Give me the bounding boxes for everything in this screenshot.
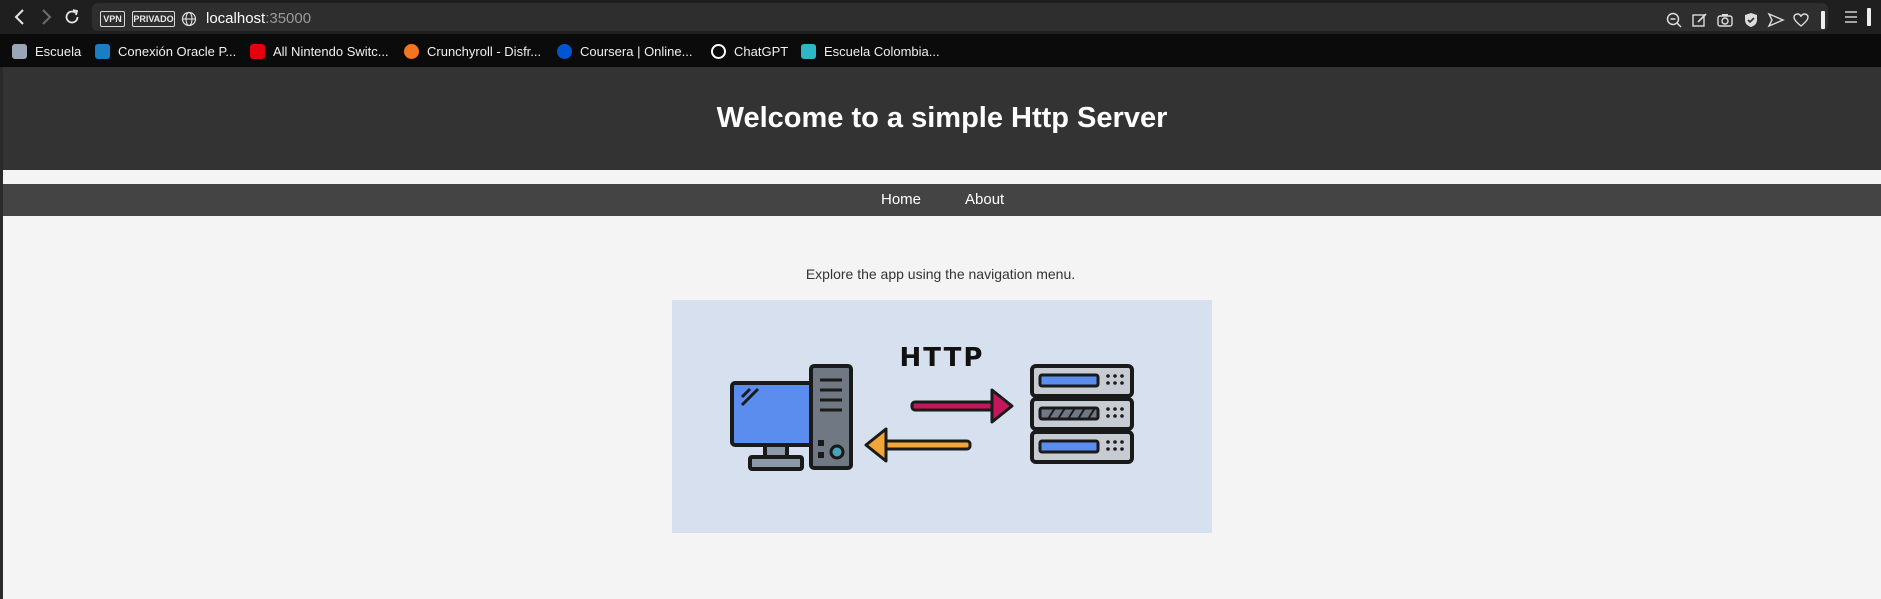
http-illustration: HTTP (672, 300, 1212, 533)
edit-icon[interactable] (1691, 11, 1709, 29)
browser-toolbar: VPN PRIVADO localhost:35000 (0, 0, 1881, 34)
sidebar-handle[interactable] (1866, 8, 1872, 26)
intro-text: Explore the app using the navigation men… (805, 266, 1076, 282)
address-bar[interactable]: VPN PRIVADO localhost:35000 (92, 3, 1828, 31)
bookmark-label: ChatGPT (734, 43, 789, 59)
bookmark-nintendo[interactable]: All Nintendo Switc... (250, 41, 389, 61)
computer-tower-icon (809, 364, 853, 470)
bookmark-escuela[interactable]: Escuela (12, 41, 81, 61)
url-port: :35000 (265, 10, 312, 27)
bookmark-label: Conexión Oracle P... (118, 43, 237, 59)
bookmark-chatgpt[interactable]: ChatGPT (711, 41, 788, 61)
reload-icon (65, 9, 79, 24)
bookmark-label: All Nintendo Switc... (273, 43, 389, 59)
back-button[interactable] (9, 6, 31, 28)
bookmarks-bar: Escuela Conexión Oracle P... All Nintend… (0, 34, 1881, 67)
chevron-right-icon (42, 9, 52, 25)
escuela-favicon-icon (12, 43, 27, 59)
heart-icon[interactable] (1792, 11, 1810, 29)
nav-about-link[interactable]: About (965, 191, 1004, 209)
bookmark-label: Escuela (35, 43, 82, 59)
zoom-out-icon[interactable] (1665, 11, 1683, 29)
bookmark-coursera[interactable]: Coursera | Online... (557, 41, 692, 61)
page-title: Welcome to a simple Http Server (716, 102, 1168, 134)
chatgpt-favicon-icon (711, 43, 726, 59)
page-header: Welcome to a simple Http Server (3, 67, 1881, 170)
bookmark-oracle[interactable]: Conexión Oracle P... (95, 41, 236, 61)
bookmark-label: Escuela Colombia... (824, 43, 940, 59)
vpn-badge[interactable]: VPN (100, 11, 125, 27)
forward-button[interactable] (35, 6, 57, 28)
send-icon[interactable] (1767, 11, 1785, 29)
menu-icon[interactable] (1842, 8, 1860, 26)
bookmark-label: Crunchyroll - Disfr... (427, 43, 542, 59)
nav-home-link[interactable]: Home (881, 191, 921, 209)
bookmark-crunchyroll[interactable]: Crunchyroll - Disfr... (404, 41, 541, 61)
reload-button[interactable] (61, 6, 83, 28)
url-host: localhost (206, 10, 266, 27)
private-badge: PRIVADO (132, 11, 175, 27)
camera-icon[interactable] (1716, 11, 1734, 29)
nintendo-favicon-icon (250, 43, 265, 59)
coursera-favicon-icon (557, 43, 572, 59)
server-rack-icon (1030, 364, 1134, 464)
escuela-colombiana-favicon-icon (801, 43, 816, 59)
response-arrow-icon (864, 427, 972, 463)
http-diagram: HTTP (730, 343, 1134, 471)
globe-icon (181, 11, 197, 27)
main-nav: Home About (3, 184, 1881, 216)
oracle-favicon-icon (95, 43, 110, 59)
url-text[interactable]: localhost:35000 (206, 9, 311, 29)
bookmark-escuela-colombiana[interactable]: Escuela Colombia... (801, 41, 940, 61)
shield-icon[interactable] (1742, 11, 1760, 29)
http-label: HTTP (900, 343, 985, 373)
crunchyroll-favicon-icon (404, 43, 419, 59)
chevron-left-icon (14, 9, 24, 25)
bookmark-label: Coursera | Online... (580, 43, 693, 59)
request-arrow-icon (910, 388, 1014, 424)
divider-handle (1821, 11, 1825, 29)
